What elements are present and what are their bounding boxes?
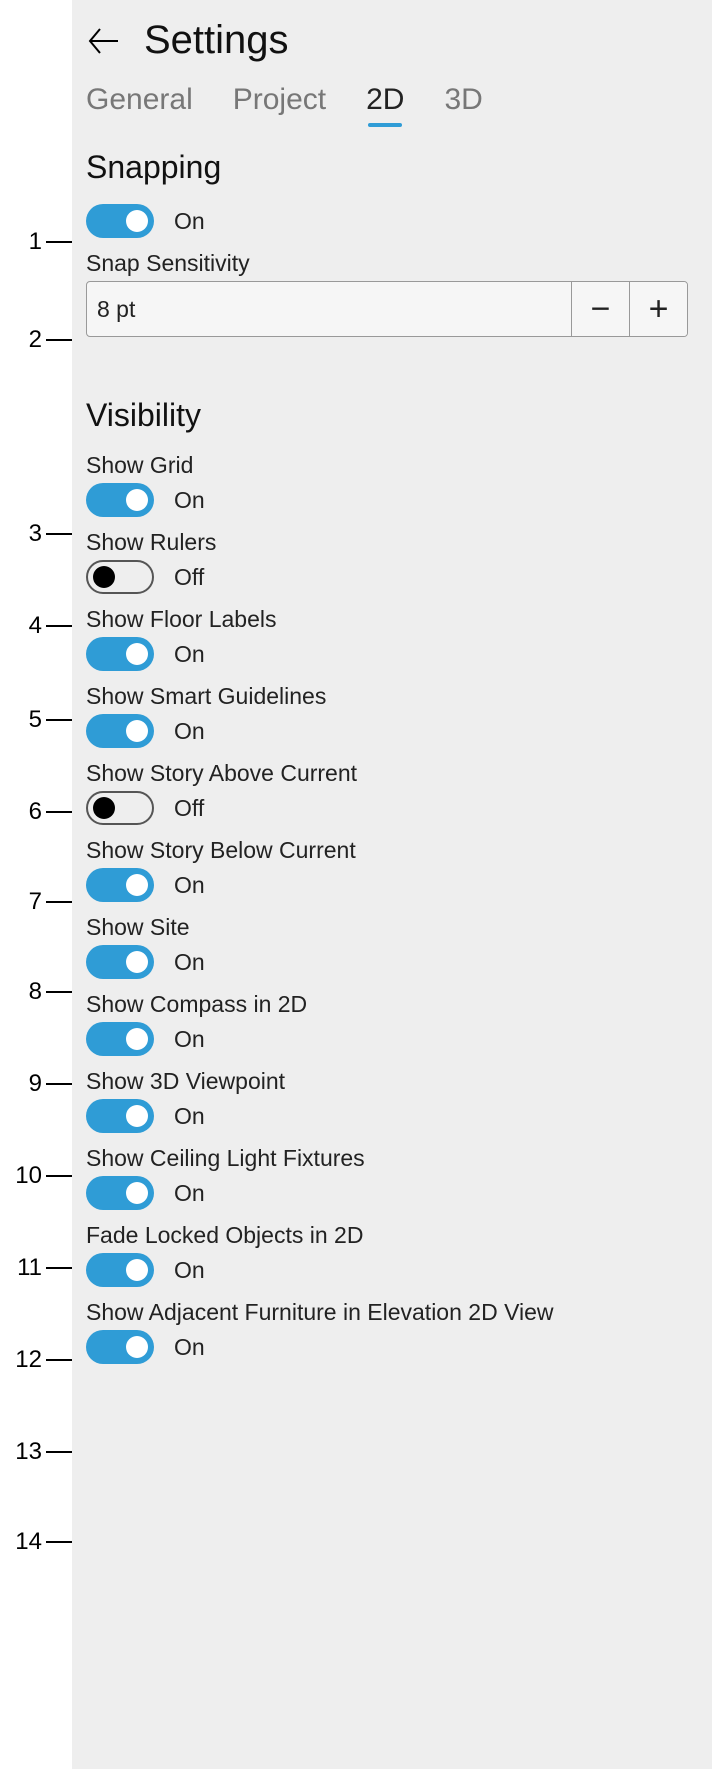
visibility-toggle[interactable] [86, 560, 154, 594]
visibility-status: On [174, 872, 205, 899]
visibility-toggle[interactable] [86, 868, 154, 902]
snap-sensitivity-value[interactable]: 8 pt [87, 282, 571, 336]
settings-tabs: General Project 2D 3D [86, 83, 688, 123]
snapping-toggle[interactable] [86, 204, 154, 238]
visibility-status: On [174, 1180, 205, 1207]
visibility-item-label: Show Compass in 2D [86, 991, 688, 1018]
visibility-status: On [174, 718, 205, 745]
visibility-toggle[interactable] [86, 483, 154, 517]
visibility-item-label: Show Smart Guidelines [86, 683, 688, 710]
section-title-snapping: Snapping [86, 149, 688, 186]
visibility-item-label: Show Grid [86, 452, 688, 479]
section-title-visibility: Visibility [86, 397, 688, 434]
visibility-toggle[interactable] [86, 1253, 154, 1287]
visibility-status: Off [174, 795, 204, 822]
page-title: Settings [144, 18, 289, 63]
visibility-item-label: Show Adjacent Furniture in Elevation 2D … [86, 1299, 688, 1326]
visibility-item-label: Show Story Below Current [86, 837, 688, 864]
tab-3d[interactable]: 3D [444, 83, 482, 123]
visibility-item-label: Show Site [86, 914, 688, 941]
visibility-toggle[interactable] [86, 1176, 154, 1210]
visibility-status: On [174, 641, 205, 668]
visibility-status: On [174, 1334, 205, 1361]
visibility-status: Off [174, 564, 204, 591]
visibility-item-label: Fade Locked Objects in 2D [86, 1222, 688, 1249]
snap-sensitivity-decrement[interactable]: − [571, 282, 629, 336]
visibility-toggle[interactable] [86, 637, 154, 671]
settings-panel: Settings GeneralProject2D3D Snapping On … [72, 0, 712, 1769]
visibility-item-label: Show Ceiling Light Fixtures [86, 1145, 688, 1172]
tab-general[interactable]: General [86, 83, 193, 123]
visibility-status: On [174, 1257, 205, 1284]
snapping-status: On [174, 208, 205, 235]
visibility-status: On [174, 1103, 205, 1130]
visibility-toggle[interactable] [86, 945, 154, 979]
visibility-toggle[interactable] [86, 1022, 154, 1056]
snap-sensitivity-label: Snap Sensitivity [86, 250, 688, 277]
visibility-status: On [174, 487, 205, 514]
arrow-left-icon [86, 23, 122, 59]
visibility-item-label: Show Rulers [86, 529, 688, 556]
tab-2d[interactable]: 2D [366, 83, 404, 123]
visibility-item-label: Show Story Above Current [86, 760, 688, 787]
snap-sensitivity-increment[interactable]: + [629, 282, 687, 336]
visibility-toggle[interactable] [86, 1099, 154, 1133]
visibility-status: On [174, 1026, 205, 1053]
visibility-toggle[interactable] [86, 1330, 154, 1364]
visibility-item-label: Show 3D Viewpoint [86, 1068, 688, 1095]
snap-sensitivity-stepper: 8 pt − + [86, 281, 688, 337]
visibility-toggle[interactable] [86, 791, 154, 825]
back-button[interactable] [86, 23, 122, 59]
visibility-item-label: Show Floor Labels [86, 606, 688, 633]
visibility-toggle[interactable] [86, 714, 154, 748]
tab-project[interactable]: Project [233, 83, 326, 123]
visibility-status: On [174, 949, 205, 976]
